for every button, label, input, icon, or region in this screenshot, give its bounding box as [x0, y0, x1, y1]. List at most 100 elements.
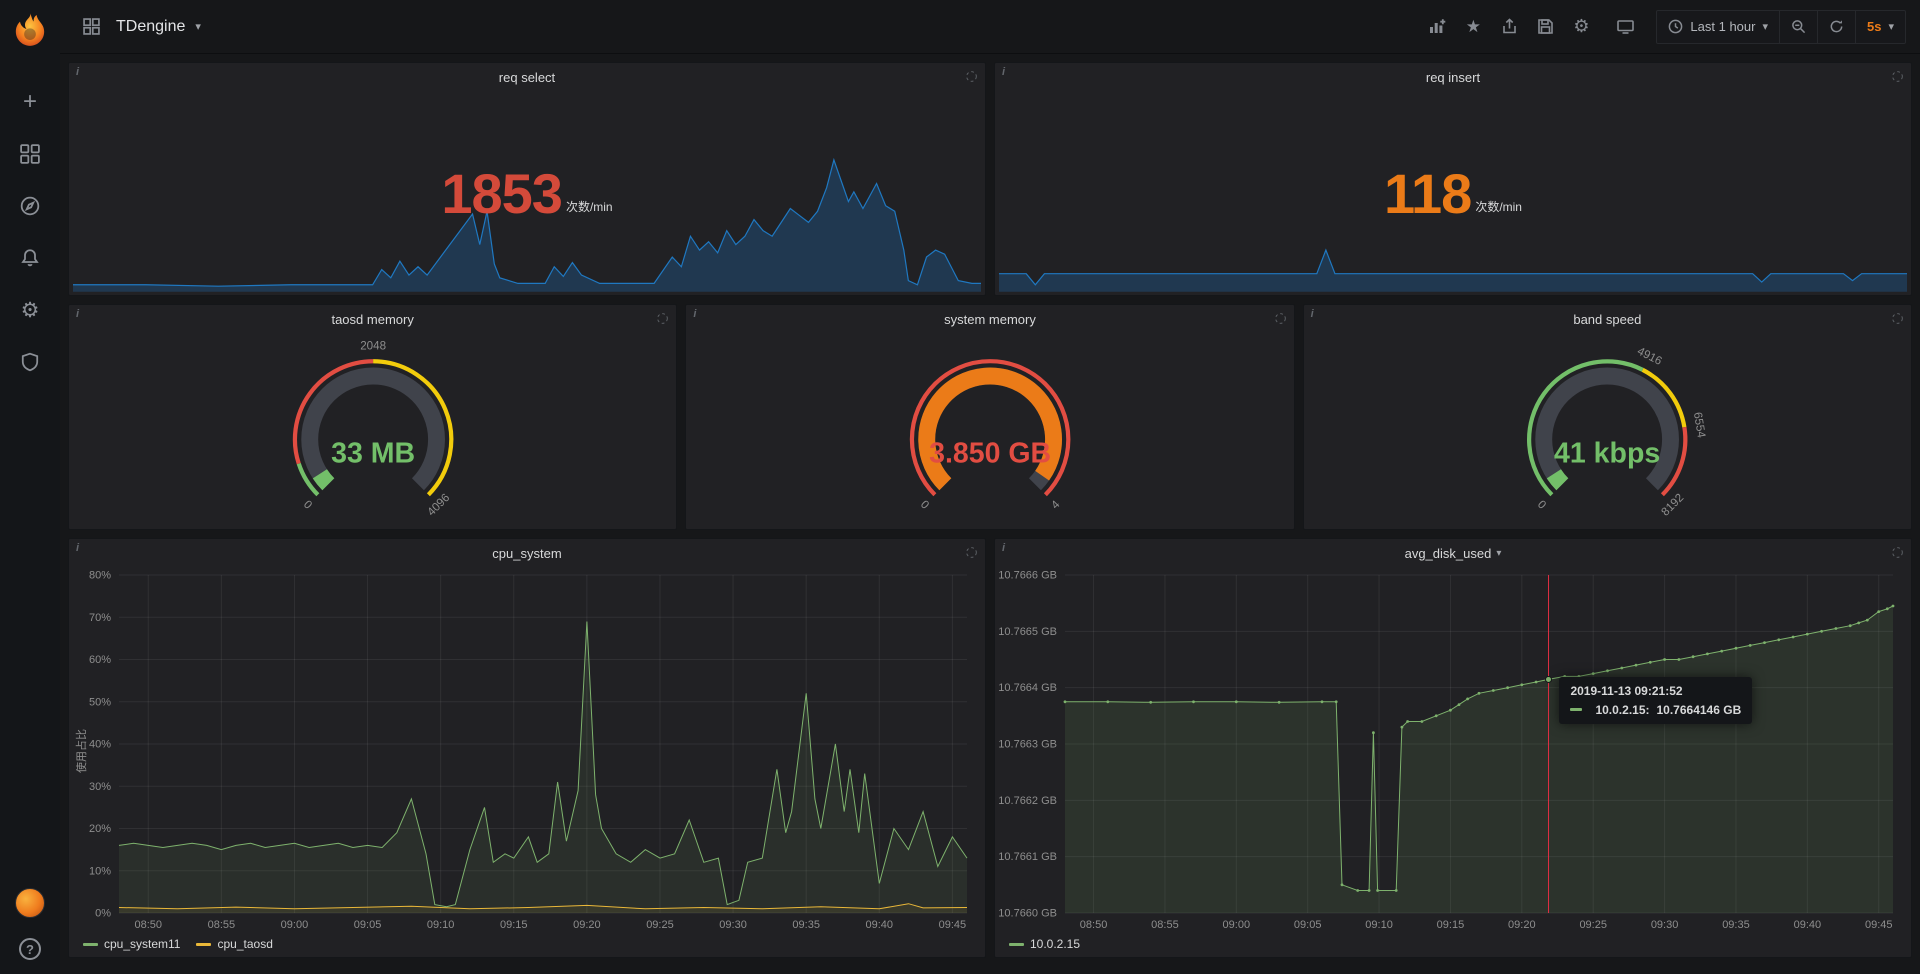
time-range-label: Last 1 hour [1690, 19, 1755, 34]
panel-header[interactable]: i system memory [686, 305, 1293, 333]
svg-text:10.7665 GB: 10.7665 GB [999, 626, 1057, 638]
panel-header[interactable]: i taosd memory [69, 305, 676, 333]
svg-text:2048: 2048 [360, 340, 386, 353]
panel-header[interactable]: i avg_disk_used ▾ [995, 539, 1911, 567]
alerting-bell-icon[interactable] [18, 246, 42, 270]
info-icon[interactable]: i [1311, 308, 1314, 320]
panel-title[interactable]: req insert [1426, 70, 1480, 85]
refresh-interval-caret-icon: ▾ [1888, 20, 1894, 33]
svg-text:09:10: 09:10 [1365, 919, 1393, 931]
legend-item[interactable]: cpu_taosd [196, 937, 272, 951]
info-icon[interactable]: i [1002, 66, 1005, 78]
panel-title[interactable]: system memory [944, 312, 1036, 327]
cpu-system-chart[interactable]: 0%10%20%30%40%50%60%70%80%08:5008:5509:0… [73, 567, 977, 933]
svg-text:30%: 30% [89, 781, 111, 793]
create-plus-icon[interactable]: + [18, 90, 42, 114]
refresh-interval-button[interactable]: 5s ▾ [1855, 11, 1905, 43]
loading-spinner-icon [1891, 546, 1904, 564]
loading-spinner-icon [1274, 312, 1287, 330]
svg-text:09:35: 09:35 [792, 919, 820, 931]
svg-text:09:40: 09:40 [866, 919, 894, 931]
svg-text:4: 4 [1049, 498, 1063, 512]
panel-band-speed: i band speed 049166554819241 kbps [1303, 304, 1912, 530]
settings-gear-icon[interactable]: ⚙ [1566, 12, 1596, 42]
cycle-view-tv-icon[interactable] [1610, 12, 1640, 42]
svg-text:09:20: 09:20 [573, 919, 601, 931]
svg-text:33 MB: 33 MB [331, 438, 415, 470]
help-icon[interactable]: ? [19, 938, 41, 960]
add-panel-icon[interactable] [1422, 12, 1452, 42]
user-avatar[interactable] [15, 888, 45, 918]
svg-text:08:55: 08:55 [208, 919, 236, 931]
top-navbar: TDengine ▾ ★ ⚙ [60, 0, 1920, 54]
band-speed-gauge: 049166554819241 kbps [1493, 335, 1721, 527]
panel-avg-disk-used: i avg_disk_used ▾ 10.7660 GB10.7661 GB10… [994, 538, 1912, 958]
save-icon[interactable] [1530, 12, 1560, 42]
star-icon[interactable]: ★ [1458, 12, 1488, 42]
singlestat-unit: 次数/min [566, 198, 613, 215]
svg-text:3.850 GB: 3.850 GB [929, 438, 1051, 470]
dashboard-grid-icon[interactable] [76, 12, 106, 42]
dashboards-icon[interactable] [18, 142, 42, 166]
panel-title[interactable]: cpu_system [492, 546, 561, 561]
panel-header[interactable]: i req insert [995, 63, 1911, 91]
info-icon[interactable]: i [76, 542, 79, 554]
svg-text:09:05: 09:05 [1294, 919, 1322, 931]
panel-title[interactable]: taosd memory [331, 312, 413, 327]
explore-compass-icon[interactable] [18, 194, 42, 218]
info-icon[interactable]: i [693, 308, 696, 320]
svg-text:10.7660 GB: 10.7660 GB [999, 908, 1057, 920]
avg-disk-used-chart[interactable]: 10.7660 GB10.7661 GB10.7662 GB10.7663 GB… [999, 567, 1903, 933]
server-admin-shield-icon[interactable] [18, 350, 42, 374]
zoom-out-button[interactable] [1779, 11, 1817, 43]
singlestat-value: 118 [1384, 161, 1471, 226]
svg-text:10.7662 GB: 10.7662 GB [999, 795, 1057, 807]
dashboard-caret-icon[interactable]: ▾ [195, 20, 201, 33]
info-icon[interactable]: i [76, 66, 79, 78]
dashboard-title[interactable]: TDengine [116, 18, 185, 36]
time-range-caret-icon: ▾ [1762, 20, 1768, 33]
svg-text:09:15: 09:15 [1437, 919, 1465, 931]
svg-text:10.7664 GB: 10.7664 GB [999, 682, 1057, 694]
panel-menu-caret-icon[interactable]: ▾ [1496, 548, 1501, 559]
configuration-gear-icon[interactable]: ⚙ [18, 298, 42, 322]
refresh-button[interactable] [1817, 11, 1855, 43]
info-icon[interactable]: i [1002, 542, 1005, 554]
svg-text:0: 0 [1535, 498, 1549, 512]
loading-spinner-icon [1891, 312, 1904, 330]
panel-header[interactable]: i band speed [1304, 305, 1911, 333]
singlestat-unit: 次数/min [1475, 198, 1522, 215]
info-icon[interactable]: i [76, 308, 79, 320]
svg-text:09:00: 09:00 [281, 919, 309, 931]
svg-text:20%: 20% [89, 823, 111, 835]
svg-text:09:30: 09:30 [1651, 919, 1679, 931]
svg-text:70%: 70% [89, 612, 111, 624]
share-icon[interactable] [1494, 12, 1524, 42]
zoom-out-icon [1791, 19, 1806, 34]
legend-item[interactable]: 10.0.2.15 [1009, 937, 1080, 951]
svg-text:0: 0 [300, 498, 314, 512]
legend: 10.0.2.15 [999, 933, 1903, 955]
svg-text:09:00: 09:00 [1223, 919, 1251, 931]
svg-text:09:20: 09:20 [1508, 919, 1536, 931]
svg-text:50%: 50% [89, 696, 111, 708]
svg-text:80%: 80% [89, 570, 111, 582]
grafana-logo[interactable] [10, 10, 50, 50]
time-range-button[interactable]: Last 1 hour ▾ [1657, 11, 1779, 43]
clock-icon [1668, 19, 1683, 34]
panel-title[interactable]: avg_disk_used [1405, 546, 1492, 561]
panel-req-insert: i req insert 118 次数/min [994, 62, 1912, 296]
panel-title[interactable]: band speed [1573, 312, 1641, 327]
system-memory-gauge: 043.850 GB [876, 335, 1104, 527]
y-axis-label: 使用占比 [73, 729, 89, 773]
loading-spinner-icon [965, 70, 978, 88]
svg-text:09:05: 09:05 [354, 919, 382, 931]
svg-text:09:40: 09:40 [1794, 919, 1822, 931]
panel-title[interactable]: req select [499, 70, 555, 85]
legend-item[interactable]: cpu_system11 [83, 937, 180, 951]
panel-header[interactable]: i req select [69, 63, 985, 91]
panel-req-select: i req select 1853 次数/min [68, 62, 986, 296]
loading-spinner-icon [656, 312, 669, 330]
svg-text:0%: 0% [95, 908, 111, 920]
panel-header[interactable]: i cpu_system [69, 539, 985, 567]
